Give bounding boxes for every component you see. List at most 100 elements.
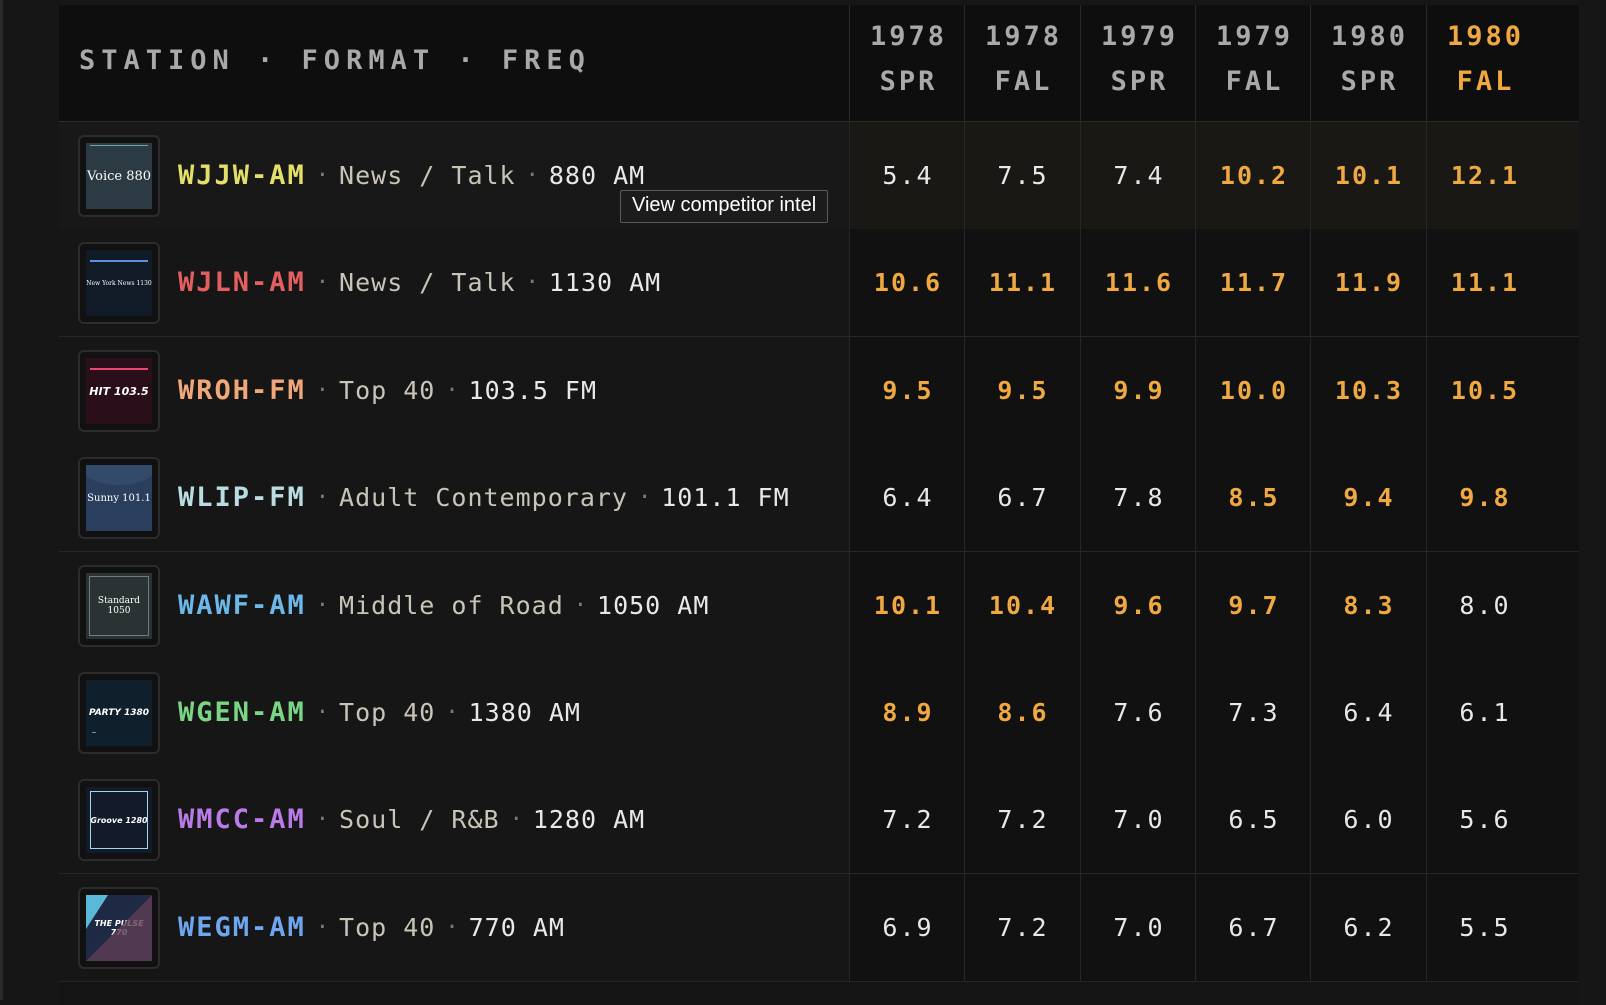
rating-cell[interactable]: 8.5 <box>1195 444 1312 551</box>
station-frequency: 880 AM <box>548 161 646 190</box>
rating-cell[interactable]: 7.0 <box>1080 874 1197 981</box>
station-logo-art: PARTY 1380 <box>86 680 152 746</box>
column-header-4[interactable]: 1980 SPR <box>1310 5 1428 121</box>
rating-cell[interactable]: 7.2 <box>964 766 1081 873</box>
rating-cell[interactable]: 9.5 <box>964 337 1081 444</box>
column-season: SPR <box>1110 66 1169 97</box>
station-logo[interactable]: Groove 1280 <box>78 779 160 861</box>
rating-cell[interactable]: 8.9 <box>849 659 966 766</box>
station-logo[interactable]: PARTY 1380 <box>78 672 160 754</box>
rating-cell[interactable]: 11.7 <box>1195 229 1312 336</box>
station-callsign[interactable]: WROH-FM <box>178 375 306 406</box>
rating-cell[interactable]: 5.4 <box>849 122 966 229</box>
rating-cell[interactable]: 7.5 <box>964 122 1081 229</box>
station-callsign[interactable]: WAWF-AM <box>178 590 306 621</box>
rating-cell[interactable]: 9.6 <box>1080 552 1197 659</box>
rating-cell[interactable]: 11.1 <box>1426 229 1543 336</box>
station-cell[interactable]: THE PULSE 770 WEGM-AM · Top 40 · 770 AM <box>59 874 849 981</box>
rating-cell[interactable]: 12.1 <box>1426 122 1543 229</box>
station-cell[interactable]: HIT 103.5 WROH-FM · Top 40 · 103.5 FM <box>59 337 849 444</box>
rating-cell[interactable]: 7.2 <box>849 766 966 873</box>
station-callsign[interactable]: WJLN-AM <box>178 267 306 298</box>
rating-cell[interactable]: 10.2 <box>1195 122 1312 229</box>
rating-cell[interactable]: 5.6 <box>1426 766 1543 873</box>
rating-cell[interactable]: 6.4 <box>849 444 966 551</box>
rating-cell[interactable]: 6.2 <box>1310 874 1427 981</box>
table-row[interactable]: Groove 1280 WMCC-AM · Soul / R&B · 1280 AM 7.2… <box>59 766 1579 874</box>
rating-cell[interactable]: 8.6 <box>964 659 1081 766</box>
rating-cell[interactable]: 10.1 <box>1310 122 1427 229</box>
station-format: Top 40 <box>339 376 436 405</box>
table-row[interactable]: PARTY 1380 WGEN-AM · Top 40 · 1380 AM 8.9 8.6 7.… <box>59 659 1579 767</box>
rating-cell[interactable]: 6.1 <box>1426 659 1543 766</box>
rating-cell[interactable]: 9.4 <box>1310 444 1427 551</box>
rating-cell[interactable]: 6.7 <box>964 444 1081 551</box>
separator-dot: · <box>525 163 539 188</box>
station-logo[interactable]: THE PULSE 770 <box>78 887 160 969</box>
rating-cell[interactable]: 8.3 <box>1310 552 1427 659</box>
station-logo[interactable]: Standard 1050 <box>78 565 160 647</box>
rating-cell[interactable]: 6.5 <box>1195 766 1312 873</box>
station-callsign[interactable]: WLIP-FM <box>178 482 306 513</box>
station-logo[interactable]: Sunny 101.1 <box>78 457 160 539</box>
station-info: WGEN-AM · Top 40 · 1380 AM <box>178 659 581 766</box>
rating-cell[interactable]: 7.2 <box>964 874 1081 981</box>
rating-cell[interactable]: 9.8 <box>1426 444 1543 551</box>
rating-cell[interactable]: 8.0 <box>1426 552 1543 659</box>
rating-cell[interactable]: 7.3 <box>1195 659 1312 766</box>
column-header-2[interactable]: 1979 SPR <box>1080 5 1198 121</box>
rating-cell[interactable]: 10.5 <box>1426 337 1543 444</box>
table-row[interactable]: HIT 103.5 WROH-FM · Top 40 · 103.5 FM 9.5 9.5 9.… <box>59 337 1579 445</box>
rating-cell[interactable]: 11.6 <box>1080 229 1197 336</box>
logo-accent <box>90 368 148 370</box>
column-header-5[interactable]: 1980 FAL <box>1426 5 1544 121</box>
column-season: FAL <box>1456 66 1515 97</box>
station-column-header[interactable]: STATION · FORMAT · FREQ <box>79 45 591 76</box>
station-cell[interactable]: PARTY 1380 WGEN-AM · Top 40 · 1380 AM <box>59 659 849 766</box>
rating-cell[interactable]: 6.0 <box>1310 766 1427 873</box>
table-row[interactable]: Standard 1050 WAWF-AM · Middle of Road · 1050… <box>59 552 1579 660</box>
rating-cell[interactable]: 9.7 <box>1195 552 1312 659</box>
rating-cell[interactable]: 10.1 <box>849 552 966 659</box>
ratings-table: STATION · FORMAT · FREQ 1978 SPR 1978 FAL 19… <box>59 5 1579 1005</box>
column-header-3[interactable]: 1979 FAL <box>1195 5 1313 121</box>
station-cell[interactable]: Groove 1280 WMCC-AM · Soul / R&B · 1280 AM <box>59 766 849 873</box>
station-cell[interactable]: Standard 1050 WAWF-AM · Middle of Road · 1050… <box>59 552 849 659</box>
station-frequency: 1380 AM <box>468 698 581 727</box>
station-logo[interactable]: Voice 880 <box>78 135 160 217</box>
rating-cell[interactable]: 7.8 <box>1080 444 1197 551</box>
rating-cell[interactable]: 7.4 <box>1080 122 1197 229</box>
logo-accent <box>90 260 148 262</box>
station-cell[interactable]: New York News 1130 WJLN-AM · News / Talk · 11… <box>59 229 849 336</box>
column-header-1[interactable]: 1978 FAL <box>964 5 1082 121</box>
logo-accent <box>92 732 96 733</box>
separator-dot: · <box>445 700 459 725</box>
rating-cell[interactable]: 9.9 <box>1080 337 1197 444</box>
rating-cell[interactable]: 6.7 <box>1195 874 1312 981</box>
station-callsign[interactable]: WMCC-AM <box>178 804 306 835</box>
rating-cell[interactable]: 7.0 <box>1080 766 1197 873</box>
station-callsign[interactable]: WJJW-AM <box>178 160 306 191</box>
station-cell[interactable]: Sunny 101.1 WLIP-FM · Adult Contemporary · 10… <box>59 444 849 551</box>
rating-cell[interactable]: 10.6 <box>849 229 966 336</box>
station-callsign[interactable]: WEGM-AM <box>178 912 306 943</box>
rating-cell[interactable]: 10.3 <box>1310 337 1427 444</box>
rating-cell[interactable]: 7.6 <box>1080 659 1197 766</box>
table-row[interactable]: New York News 1130 WJLN-AM · News / Talk · 11… <box>59 229 1579 337</box>
rating-cell[interactable]: 10.0 <box>1195 337 1312 444</box>
separator-dot: · <box>509 807 523 832</box>
station-logo[interactable]: New York News 1130 <box>78 242 160 324</box>
table-row[interactable]: Sunny 101.1 WLIP-FM · Adult Contemporary · 10… <box>59 444 1579 552</box>
station-logo[interactable]: HIT 103.5 <box>78 350 160 432</box>
table-row[interactable]: THE PULSE 770 WEGM-AM · Top 40 · 770 AM 6.9 7.2… <box>59 874 1579 982</box>
station-logo-text: PARTY 1380 <box>88 708 150 718</box>
rating-cell[interactable]: 11.1 <box>964 229 1081 336</box>
rating-cell[interactable]: 9.5 <box>849 337 966 444</box>
rating-cell[interactable]: 11.9 <box>1310 229 1427 336</box>
column-header-0[interactable]: 1978 SPR <box>849 5 967 121</box>
rating-cell[interactable]: 5.5 <box>1426 874 1543 981</box>
rating-cell[interactable]: 6.9 <box>849 874 966 981</box>
rating-cell[interactable]: 10.4 <box>964 552 1081 659</box>
station-callsign[interactable]: WGEN-AM <box>178 697 306 728</box>
rating-cell[interactable]: 6.4 <box>1310 659 1427 766</box>
